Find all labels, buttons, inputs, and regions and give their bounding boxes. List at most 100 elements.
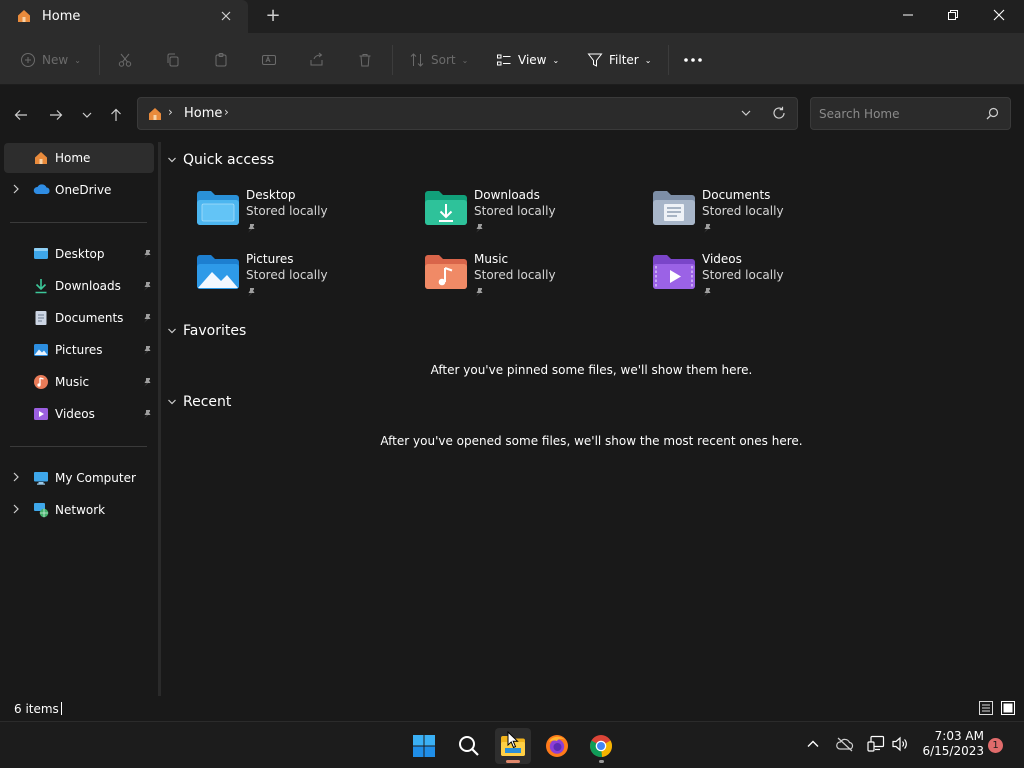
toolbar-divider: [668, 45, 669, 75]
tiles-view-button[interactable]: [1000, 700, 1016, 719]
tab-home[interactable]: Home: [0, 0, 248, 33]
up-button[interactable]: [104, 103, 128, 127]
sidebar-item-videos[interactable]: Videos: [4, 399, 154, 429]
copy-button[interactable]: [165, 47, 181, 73]
navigation-bar: › Home ›: [0, 86, 1024, 142]
close-icon: [993, 9, 1005, 21]
network-icon: [33, 502, 49, 521]
chevron-right-icon[interactable]: [11, 183, 21, 198]
network-tray-button[interactable]: [867, 735, 885, 756]
copy-icon: [167, 53, 179, 67]
details-view-icon: [979, 701, 993, 715]
onedrive-tray-button[interactable]: [836, 736, 854, 755]
sidebar-item-onedrive[interactable]: OneDrive: [4, 175, 154, 205]
close-window-button[interactable]: [976, 0, 1022, 30]
quick-access-music[interactable]: Music Stored locally: [424, 252, 624, 312]
sidebar-item-my-computer[interactable]: My Computer: [4, 463, 154, 493]
cut-button[interactable]: [117, 47, 133, 73]
new-button[interactable]: New ⌄: [20, 47, 81, 73]
video-icon: [33, 406, 49, 425]
pin-icon: [246, 286, 256, 300]
arrow-right-icon: [50, 110, 63, 120]
pin-icon[interactable]: [142, 376, 152, 390]
search-input[interactable]: [819, 105, 979, 123]
sidebar-item-music[interactable]: Music: [4, 367, 154, 397]
download-arrow-icon: [33, 278, 49, 297]
forward-button[interactable]: [44, 103, 68, 127]
favorites-header[interactable]: Favorites: [167, 320, 246, 342]
cloud-icon: [33, 182, 51, 199]
plus-circle-icon: [21, 53, 35, 67]
quick-access-downloads[interactable]: Downloads Stored locally: [424, 188, 624, 248]
sidebar-item-pictures[interactable]: Pictures: [4, 335, 154, 365]
view-list-icon: [497, 54, 511, 66]
start-button[interactable]: [406, 728, 442, 764]
sidebar-item-home[interactable]: Home: [4, 143, 154, 173]
recent-header[interactable]: Recent: [167, 391, 231, 413]
pin-icon: [702, 222, 712, 236]
sidebar-item-label: OneDrive: [55, 183, 112, 197]
quick-access-documents[interactable]: Documents Stored locally: [652, 188, 852, 248]
volume-tray-button[interactable]: [891, 736, 909, 755]
firefox-icon: [546, 735, 568, 757]
clock-date: 6/15/2023: [922, 744, 984, 758]
videos-folder-icon: [652, 254, 696, 293]
pin-icon: [474, 286, 484, 300]
sidebar-item-desktop[interactable]: Desktop: [4, 239, 154, 269]
clock[interactable]: 7:03 AM 6/15/2023: [920, 729, 984, 759]
taskbar-chrome[interactable]: [583, 728, 619, 764]
show-hidden-icons-button[interactable]: [806, 737, 820, 754]
rename-button[interactable]: [261, 47, 277, 73]
chevron-down-icon: [168, 399, 176, 405]
breadcrumb-home[interactable]: Home: [184, 106, 222, 121]
address-history-button[interactable]: [740, 107, 752, 122]
details-view-button[interactable]: [978, 700, 994, 719]
delete-button[interactable]: [357, 47, 373, 73]
restore-button[interactable]: [930, 0, 976, 30]
taskbar-firefox[interactable]: [539, 728, 575, 764]
sort-icon: [410, 53, 424, 67]
cloud-offline-icon: [836, 737, 854, 752]
sidebar-item-network[interactable]: Network: [4, 495, 154, 525]
paste-button[interactable]: [213, 47, 229, 73]
sidebar-item-downloads[interactable]: Downloads: [4, 271, 154, 301]
pin-icon[interactable]: [142, 280, 152, 294]
refresh-button[interactable]: [772, 106, 786, 123]
recent-locations-button[interactable]: [75, 103, 99, 127]
quick-access-header[interactable]: Quick access: [167, 149, 274, 171]
back-button[interactable]: [9, 103, 33, 127]
share-button[interactable]: [309, 47, 325, 73]
close-tab-button[interactable]: [216, 6, 236, 26]
pin-icon[interactable]: [142, 312, 152, 326]
folder-status: Stored locally: [246, 268, 328, 282]
more-options-button[interactable]: [683, 47, 703, 73]
chevron-up-icon: [807, 740, 819, 747]
chevron-right-icon[interactable]: [11, 503, 21, 518]
breadcrumb-separator-icon[interactable]: ›: [168, 105, 173, 119]
pin-icon[interactable]: [142, 248, 152, 262]
quick-access-videos[interactable]: Videos Stored locally: [652, 252, 852, 312]
pin-icon[interactable]: [142, 408, 152, 422]
taskbar-search-button[interactable]: [451, 728, 487, 764]
new-tab-button[interactable]: +: [262, 5, 284, 27]
minimize-button[interactable]: [885, 0, 931, 30]
chevron-right-icon[interactable]: [11, 471, 21, 486]
tab-title: Home: [42, 9, 81, 24]
folder-status: Stored locally: [474, 204, 556, 218]
tiles-view-icon: [1001, 701, 1015, 715]
quick-access-pictures[interactable]: Pictures Stored locally: [196, 252, 396, 312]
notification-badge[interactable]: 1: [988, 738, 1003, 753]
filter-button[interactable]: Filter ⌄: [587, 47, 651, 73]
search-box[interactable]: [810, 97, 1011, 130]
chevron-down-icon: ⌄: [644, 55, 652, 65]
sidebar-item-documents[interactable]: Documents: [4, 303, 154, 333]
sort-button[interactable]: Sort ⌄: [409, 47, 468, 73]
pin-icon[interactable]: [142, 344, 152, 358]
breadcrumb-separator-icon[interactable]: ›: [224, 105, 229, 119]
title-bar: Home +: [0, 0, 1024, 33]
quick-access-desktop[interactable]: Desktop Stored locally: [196, 188, 396, 248]
address-bar[interactable]: › Home ›: [137, 97, 798, 130]
search-icon[interactable]: [986, 107, 999, 123]
navigation-pane: Home OneDrive Desktop Downloads Document…: [0, 142, 158, 696]
view-button[interactable]: View ⌄: [496, 47, 559, 73]
